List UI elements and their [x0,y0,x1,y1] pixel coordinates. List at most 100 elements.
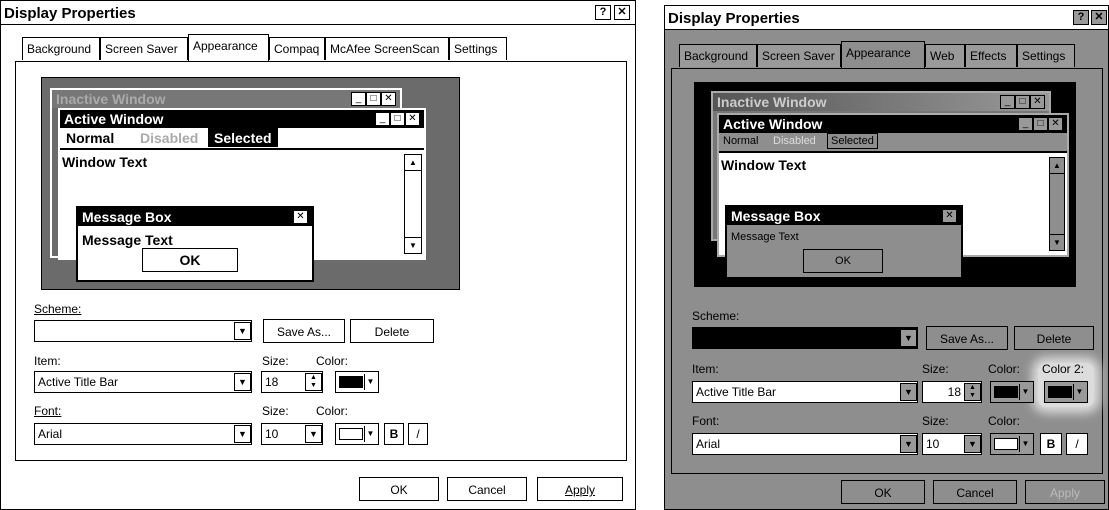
item-dropdown[interactable]: Active Title Bar [34,371,252,393]
size-label: Size: [922,362,949,376]
chevron-down-icon: ▼ [364,374,376,390]
inactive-window-title: Inactive Window [52,90,400,108]
scheme-dropdown[interactable] [34,320,252,342]
display-properties-dialog-classic: Display Properties ? ✕ Background Screen… [0,0,636,510]
tab-mcafee-screenscan[interactable]: McAfee ScreenScan [325,37,449,60]
font-color-label: Color: [988,414,1021,428]
chevron-down-icon: ▼ [364,426,376,442]
chevron-down-icon[interactable]: ▼ [900,383,917,401]
title-bar: Display Properties ? ✕ [1,1,635,25]
apply-button[interactable]: Apply [1025,480,1105,504]
tab-compaq[interactable]: Compaq [269,37,325,60]
chevron-down-icon[interactable]: ▼ [234,425,251,443]
color-label: Color: [988,362,1021,376]
appearance-panel: Inactive Window _ □ ✕ Active Window _ □ … [15,61,627,461]
tab-screen-saver[interactable]: Screen Saver [100,37,188,60]
scroll-up-icon: ▲ [405,155,421,171]
font-dropdown[interactable]: Arial [34,423,252,445]
chevron-down-icon[interactable]: ▼ [900,329,917,347]
ok-button[interactable]: OK [359,477,439,501]
maximize-icon: □ [1015,95,1030,109]
scroll-down-icon: ▼ [1050,234,1064,250]
chevron-down-icon[interactable]: ▼ [234,373,251,391]
scheme-dropdown[interactable] [692,327,918,349]
active-window-title: Active Window [719,115,1067,133]
maximize-icon: □ [366,92,381,106]
save-as-button[interactable]: Save As... [926,326,1008,350]
appearance-preview[interactable]: Inactive Window _ □ ✕ Active Window _ □ … [41,77,460,290]
color-swatch [339,376,363,388]
dialog-title: Display Properties [668,10,800,27]
spinner-arrows-icon[interactable]: ▲ ▼ [964,383,981,401]
dialog-title: Display Properties [4,5,136,22]
close-icon: ✕ [1048,117,1063,131]
close-icon[interactable]: ✕ [1091,10,1107,25]
preview-menu-bar: Normal Disabled Selected [719,133,1067,150]
font-color-label: Color: [316,404,349,418]
font-color-picker[interactable]: ▼ [335,423,379,445]
chevron-down-icon: ▼ [1019,384,1031,400]
font-dropdown[interactable]: Arial [692,433,918,455]
chevron-down-icon: ▼ [1073,384,1085,400]
tab-settings[interactable]: Settings [1017,44,1075,67]
scroll-down-icon: ▼ [405,237,421,253]
minimize-icon: _ [375,112,390,126]
save-as-button[interactable]: Save As... [263,319,345,343]
size-label: Size: [262,354,289,368]
cancel-button[interactable]: Cancel [933,480,1017,504]
tab-background[interactable]: Background [22,37,100,60]
chevron-down-icon[interactable]: ▼ [964,435,981,453]
color2-label: Color 2: [1042,362,1085,376]
menu-selected: Selected [827,133,878,149]
close-icon[interactable]: ✕ [614,5,630,20]
delete-button[interactable]: Delete [350,319,434,343]
color-picker[interactable]: ▼ [335,371,379,393]
bold-button[interactable]: B [1040,433,1062,455]
message-box: Message Box ✕ Message Text OK [725,205,963,279]
display-properties-dialog-web: Display Properties ? ✕ Background Screen… [664,5,1109,510]
close-icon: ✕ [942,209,957,223]
color2-picker[interactable]: ▼ [1044,381,1088,403]
apply-button[interactable]: Apply [537,477,623,501]
tab-appearance[interactable]: Appearance [841,41,925,68]
color-picker[interactable]: ▼ [990,381,1034,403]
item-dropdown[interactable]: Active Title Bar [692,381,918,403]
preview-menu-bar: Normal Disabled Selected [60,128,424,148]
color-swatch [994,438,1018,450]
italic-button[interactable]: / [1066,433,1088,455]
italic-button[interactable]: / [408,423,428,445]
delete-button[interactable]: Delete [1014,326,1094,350]
message-box-title: Message Box [78,208,312,226]
tab-settings[interactable]: Settings [449,37,507,60]
window-text: Window Text [721,157,807,173]
chevron-down-icon[interactable]: ▼ [900,435,917,453]
chevron-down-icon[interactable]: ▼ [234,322,251,340]
bold-button[interactable]: B [384,423,404,445]
inactive-window-title: Inactive Window [713,93,1049,111]
tab-web[interactable]: Web [925,44,965,67]
font-label: Font: [692,414,720,428]
chevron-down-icon: ▼ [1019,436,1031,452]
help-button[interactable]: ? [1073,10,1089,25]
color-swatch [994,386,1018,398]
spinner-arrows-icon[interactable]: ▲ ▼ [305,373,322,391]
font-color-picker[interactable]: ▼ [990,433,1034,455]
tab-appearance[interactable]: Appearance [188,34,269,61]
tab-background[interactable]: Background [679,44,757,67]
tab-screen-saver[interactable]: Screen Saver [757,44,841,67]
cancel-button[interactable]: Cancel [447,477,527,501]
help-button[interactable]: ? [595,5,611,20]
ok-button[interactable]: OK [841,480,925,504]
font-size-label: Size: [262,404,289,418]
message-ok-button: OK [803,249,883,273]
menu-normal: Normal [723,135,759,147]
scroll-up-icon: ▲ [1050,158,1064,174]
active-window-buttons: _ □ ✕ [375,112,420,126]
chevron-down-icon[interactable]: ▼ [305,425,322,443]
appearance-preview[interactable]: Inactive Window _ □ ✕ Active Window _ □ … [694,82,1076,287]
message-ok-button: OK [142,248,238,272]
scheme-label: Scheme: [692,309,740,323]
maximize-icon: □ [390,112,405,126]
tab-effects[interactable]: Effects [965,44,1017,67]
minimize-icon: _ [351,92,366,106]
